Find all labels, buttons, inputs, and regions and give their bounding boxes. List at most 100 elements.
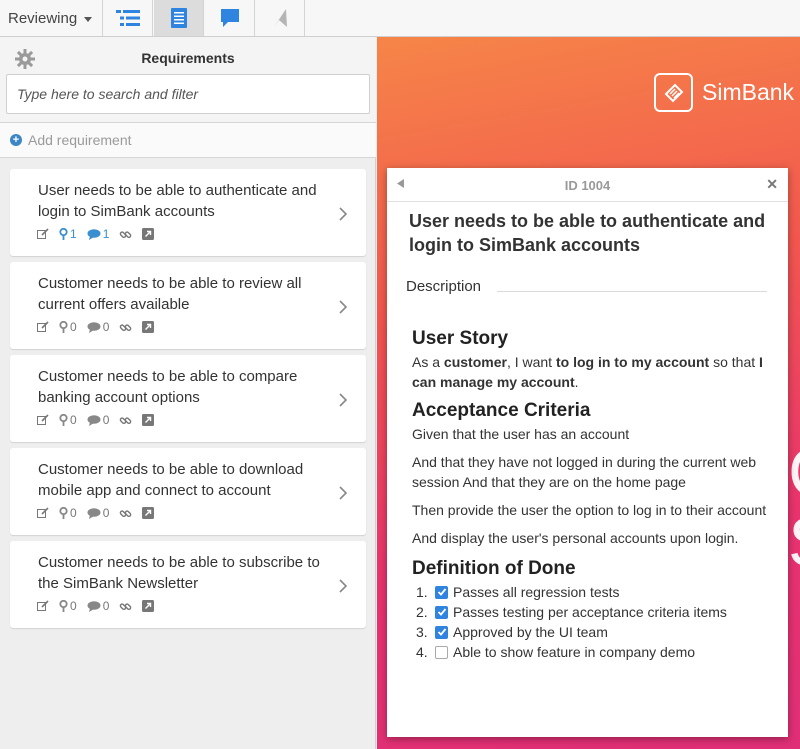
chevron-right-icon [339, 486, 348, 500]
requirement-title: Customer needs to be able to compare ban… [38, 368, 298, 406]
dod-item: 4. Able to show feature in company demo [416, 644, 696, 660]
acceptance-text: Then provide the user the option to log … [412, 502, 767, 518]
pin-count[interactable]: 1 [59, 227, 77, 241]
detail-header: ID 1004 ✕ [387, 168, 788, 202]
document-icon [170, 8, 187, 28]
open-external-icon[interactable] [142, 507, 155, 519]
comment-icon [220, 9, 239, 27]
comment-icon [87, 321, 101, 333]
chevron-right-icon [339, 579, 348, 593]
dod-list: 1. Passes all regression tests 2. Passes… [412, 582, 772, 662]
background-letter: S [788, 507, 800, 577]
requirement-title: Customer needs to be able to review all … [38, 275, 302, 313]
edit-icon[interactable] [37, 228, 49, 240]
dod-item-label: Approved by the UI team [453, 624, 608, 640]
background-letter: C [788, 437, 800, 507]
pin-icon [59, 600, 68, 612]
user-story-text: As a customer, I want to log in to my ac… [412, 354, 763, 390]
requirements-panel: Requirements + Add requirement User need… [0, 37, 376, 749]
link-icon[interactable] [119, 228, 132, 241]
comment-count[interactable]: 0 [87, 413, 109, 427]
pin-icon [59, 321, 68, 333]
requirement-meta: 0 0 [37, 599, 164, 613]
panel-title: Requirements [141, 50, 235, 66]
link-icon[interactable] [119, 321, 132, 334]
comment-count[interactable]: 0 [87, 320, 109, 334]
edit-icon[interactable] [37, 507, 49, 519]
dod-item-label: Passes testing per acceptance criteria i… [453, 604, 727, 620]
open-external-icon[interactable] [142, 228, 155, 240]
acceptance-text: And display the user's personal accounts… [412, 530, 739, 546]
detail-title: User needs to be able to authenticate an… [409, 211, 766, 255]
requirement-card[interactable]: Customer needs to be able to subscribe t… [10, 541, 366, 628]
requirement-card[interactable]: Customer needs to be able to download mo… [10, 448, 366, 535]
comments-view-button[interactable] [205, 0, 255, 36]
dod-item-label: Able to show feature in company demo [453, 644, 696, 660]
description-body: User Story As a customer, I want to log … [412, 326, 772, 662]
comment-count[interactable]: 0 [87, 599, 109, 613]
requirement-detail-panel: ID 1004 ✕ User needs to be able to authe… [387, 168, 788, 737]
edit-icon[interactable] [37, 414, 49, 426]
link-icon[interactable] [119, 414, 132, 427]
panel-header: Requirements [0, 37, 376, 122]
comment-icon [87, 414, 101, 426]
link-icon[interactable] [119, 600, 132, 613]
description-label: Description [406, 278, 486, 295]
divider [497, 291, 767, 292]
open-external-icon[interactable] [142, 414, 155, 426]
search-input[interactable] [6, 74, 370, 114]
dod-heading: Definition of Done [412, 558, 576, 579]
add-requirement-label: Add requirement [28, 132, 132, 148]
requirement-card[interactable]: User needs to be able to authenticate an… [10, 169, 366, 256]
acceptance-heading: Acceptance Criteria [412, 400, 591, 421]
top-toolbar: Reviewing [0, 0, 800, 37]
checkbox-checked[interactable] [435, 625, 448, 639]
close-icon[interactable]: ✕ [766, 176, 778, 193]
checkbox-checked[interactable] [435, 585, 448, 599]
comment-count[interactable]: 1 [87, 227, 109, 241]
pin-count[interactable]: 0 [59, 320, 77, 334]
requirement-card[interactable]: Customer needs to be able to compare ban… [10, 355, 366, 442]
brand-logo: SimBank [654, 73, 794, 112]
link-icon[interactable] [119, 507, 132, 520]
checkbox-unchecked[interactable] [435, 645, 448, 659]
pin-count[interactable]: 0 [59, 506, 77, 520]
chevron-right-icon [339, 300, 348, 314]
comment-icon [87, 600, 101, 612]
list-tree-icon [115, 10, 140, 26]
user-story-heading: User Story [412, 328, 509, 349]
add-requirement-button[interactable]: + Add requirement [0, 122, 376, 158]
list-view-button[interactable] [103, 0, 153, 36]
edit-icon[interactable] [37, 321, 49, 333]
requirement-card[interactable]: Customer needs to be able to review all … [10, 262, 366, 349]
checkbox-checked[interactable] [435, 605, 448, 619]
mode-label: Reviewing [8, 9, 78, 27]
dod-item-label: Passes all regression tests [453, 584, 620, 600]
comment-count[interactable]: 0 [87, 506, 109, 520]
open-external-icon[interactable] [142, 600, 155, 612]
comment-icon [87, 228, 101, 240]
acceptance-text: Given that the user has an account [412, 426, 630, 442]
mode-dropdown[interactable]: Reviewing [0, 0, 103, 36]
pin-icon [59, 228, 68, 240]
requirements-list: User needs to be able to authenticate an… [10, 169, 366, 634]
chevron-right-icon [339, 393, 348, 407]
edit-icon[interactable] [37, 600, 49, 612]
pointer-tool-button[interactable] [255, 0, 305, 36]
requirement-meta: 0 0 [37, 320, 164, 334]
simbank-logo-icon [654, 73, 693, 112]
requirement-title: Customer needs to be able to download mo… [38, 461, 304, 499]
chevron-right-icon [339, 207, 348, 221]
pin-icon [59, 507, 68, 519]
pin-icon [59, 414, 68, 426]
document-view-button[interactable] [154, 0, 204, 36]
open-external-icon[interactable] [142, 321, 155, 333]
pin-count[interactable]: 0 [59, 599, 77, 613]
cursor-arrow-icon [273, 9, 287, 27]
plus-icon: + [10, 134, 22, 146]
acceptance-text: And that they have not logged in during … [412, 454, 757, 490]
chevron-down-icon [84, 16, 93, 22]
requirement-title: User needs to be able to authenticate an… [38, 182, 317, 220]
pin-count[interactable]: 0 [59, 413, 77, 427]
requirement-meta: 0 0 [37, 506, 164, 520]
